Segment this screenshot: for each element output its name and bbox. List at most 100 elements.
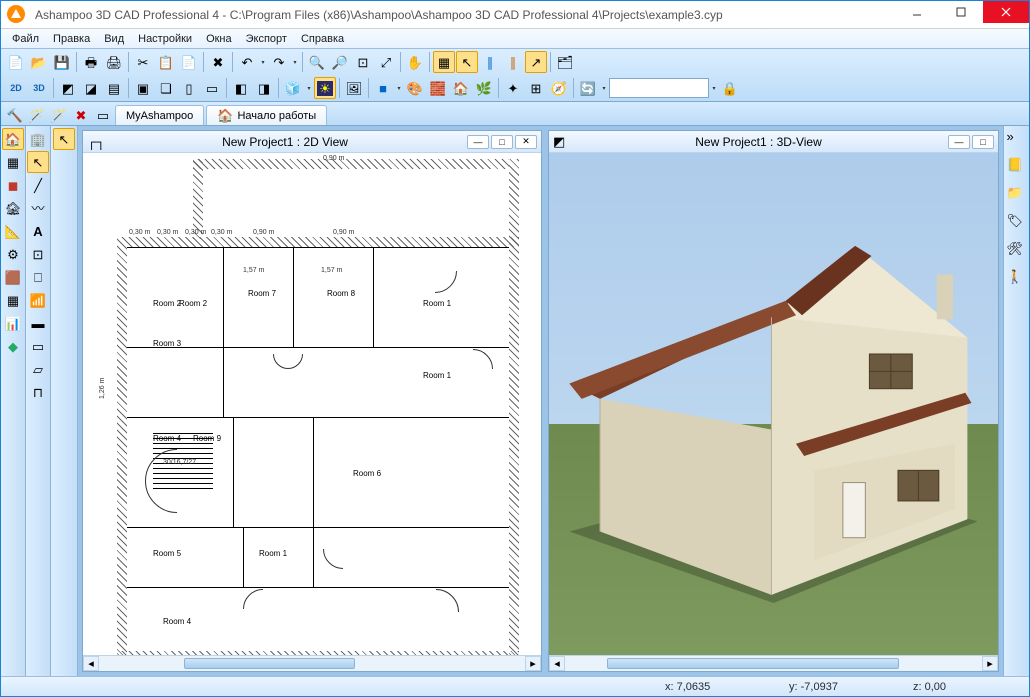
catalog-icon[interactable]: 🏠	[450, 77, 472, 99]
menu-settings[interactable]: Настройки	[131, 31, 199, 47]
menu-export[interactable]: Экспорт	[239, 31, 294, 47]
stairs-tool-icon[interactable]: 📶	[27, 289, 49, 311]
materials-icon[interactable]: 🎨	[404, 77, 426, 99]
pane3d-max-button[interactable]: □	[972, 135, 994, 149]
slab-tool-icon[interactable]: ▱	[27, 358, 49, 380]
print-preview-icon[interactable]: 🖨	[103, 51, 125, 73]
save-icon[interactable]: 💾	[51, 51, 73, 73]
ruler-icon[interactable]: ∥	[479, 51, 501, 73]
panel-tag-icon[interactable]: 🏷	[1007, 214, 1027, 234]
render-icon[interactable]: 🧊	[282, 77, 304, 99]
wand-icon[interactable]: 🪄	[27, 105, 47, 125]
menu-file[interactable]: Файл	[5, 31, 46, 47]
close-button[interactable]	[983, 1, 1029, 23]
copy-icon[interactable]: 📋	[155, 51, 177, 73]
object-tool-icon[interactable]: ◆	[2, 335, 24, 357]
section-icon[interactable]: ◩	[57, 77, 79, 99]
chimney-tool-icon[interactable]: ⊓	[27, 381, 49, 403]
ucs-icon[interactable]: ⊞	[525, 77, 547, 99]
scrollbar-2d[interactable]: ◂▸	[83, 655, 541, 671]
column-tool-icon[interactable]: ▬	[27, 312, 49, 334]
gear-tool-icon[interactable]: ⚙	[2, 243, 24, 265]
roof-tool-icon[interactable]: 🏚	[2, 197, 24, 219]
shadows-icon[interactable]: ☀	[314, 77, 336, 99]
window-split-h-icon[interactable]: ▯	[178, 77, 200, 99]
undo-icon[interactable]: ↶	[236, 51, 258, 73]
pane-min-button[interactable]: —	[467, 135, 489, 149]
layer-mgr-icon[interactable]: ▤	[103, 77, 125, 99]
wall-tool-icon[interactable]: ◼	[2, 174, 24, 196]
paste-icon[interactable]: 📄	[178, 51, 200, 73]
terrain-icon[interactable]: 🌿	[473, 77, 495, 99]
window-cascade-icon[interactable]: ❏	[155, 77, 177, 99]
zoom-out-icon[interactable]: 🔎	[329, 51, 351, 73]
zoom-window-icon[interactable]: ⊡	[352, 51, 374, 73]
new-file-icon[interactable]: 📄	[5, 51, 27, 73]
texture-tool-icon[interactable]: 🟫	[2, 266, 24, 288]
polyline-icon[interactable]: 〰	[27, 197, 49, 219]
layer-combo[interactable]	[609, 78, 709, 98]
layers-icon[interactable]: 🗂	[554, 51, 576, 73]
mode-1-icon[interactable]: ↖	[53, 128, 75, 150]
compass-icon[interactable]: 🧭	[548, 77, 570, 99]
tab-getting-started[interactable]: 🏠Начало работы	[206, 105, 327, 125]
cut-icon[interactable]: ✂	[132, 51, 154, 73]
panel-catalog-icon[interactable]: 📒	[1007, 158, 1027, 178]
guide-icon[interactable]: ↗	[525, 51, 547, 73]
pane-2d-body[interactable]: Room 2 Room 2 Room 7 Room 8 Room 1 Room …	[83, 153, 541, 655]
snap-icon[interactable]: ∥	[502, 51, 524, 73]
window-tile-icon[interactable]: ▣	[132, 77, 154, 99]
delete-icon[interactable]: ✖	[207, 51, 229, 73]
floor-icon[interactable]: 🏢	[27, 128, 49, 150]
menu-view[interactable]: Вид	[97, 31, 131, 47]
hatch-tool-icon[interactable]: ▦	[2, 289, 24, 311]
texture-icon[interactable]: 🧱	[427, 77, 449, 99]
perspective-icon[interactable]: ◪	[80, 77, 102, 99]
panel-folder-icon[interactable]: 📁	[1007, 186, 1027, 206]
expand-panel-icon[interactable]: »	[1007, 130, 1027, 150]
pane-close-button[interactable]: ✕	[515, 135, 537, 149]
window-tool-icon[interactable]: ⊡	[27, 243, 49, 265]
show-hide-icon[interactable]: ◧	[230, 77, 252, 99]
chart-tool-icon[interactable]: 📊	[2, 312, 24, 334]
zoom-in-icon[interactable]: 🔍	[306, 51, 328, 73]
redo-icon[interactable]: ↷	[268, 51, 290, 73]
view-3d-button[interactable]: 3D	[28, 77, 50, 99]
transparency-icon[interactable]: ◨	[253, 77, 275, 99]
pan-icon[interactable]: ✋	[404, 51, 426, 73]
menu-window[interactable]: Окна	[199, 31, 239, 47]
hammer-icon[interactable]: 🔨	[5, 105, 25, 125]
print-icon[interactable]: 🖶	[80, 51, 102, 73]
cursor-select-icon[interactable]: ↖	[456, 51, 478, 73]
pane-3d-body[interactable]	[549, 153, 998, 655]
open-file-icon[interactable]: 📂	[28, 51, 50, 73]
screenshot-icon[interactable]: 🖼	[343, 77, 365, 99]
minimize-button[interactable]	[895, 1, 939, 23]
zoom-fit-icon[interactable]: ⤢	[375, 51, 397, 73]
view-2d-button[interactable]: 2D	[5, 77, 27, 99]
text-tool-icon[interactable]: A	[27, 220, 49, 242]
select-icon[interactable]: ↖	[27, 151, 49, 173]
window-split-v-icon[interactable]: ▭	[201, 77, 223, 99]
panel-person-icon[interactable]: 🚶	[1007, 270, 1027, 290]
wand2-icon[interactable]: 🪄	[49, 105, 69, 125]
grid-tool-icon[interactable]: ▦	[2, 151, 24, 173]
tab-list-icon[interactable]: ▭	[93, 105, 113, 125]
beam-tool-icon[interactable]: ▭	[27, 335, 49, 357]
dimension-tool-icon[interactable]: 📐	[2, 220, 24, 242]
building-tool-icon[interactable]: 🏠	[2, 128, 24, 150]
door-tool-icon[interactable]: ⎕	[27, 266, 49, 288]
menu-edit[interactable]: Правка	[46, 31, 97, 47]
coords-icon[interactable]: ✦	[502, 77, 524, 99]
pane-max-button[interactable]: □	[491, 135, 513, 149]
line-icon[interactable]: ╱	[27, 174, 49, 196]
close-tab-icon[interactable]: ✖	[71, 105, 91, 125]
color-fill-icon[interactable]: ■	[372, 77, 394, 99]
panel-tool-icon[interactable]: 🛠	[1007, 242, 1027, 262]
pane3d-min-button[interactable]: —	[948, 135, 970, 149]
menu-help[interactable]: Справка	[294, 31, 351, 47]
scrollbar-3d[interactable]: ◂▸	[549, 655, 998, 671]
tab-myashampoo[interactable]: MyAshampoo	[115, 105, 204, 125]
lock-icon[interactable]: 🔒	[719, 77, 741, 99]
maximize-button[interactable]	[939, 1, 983, 23]
